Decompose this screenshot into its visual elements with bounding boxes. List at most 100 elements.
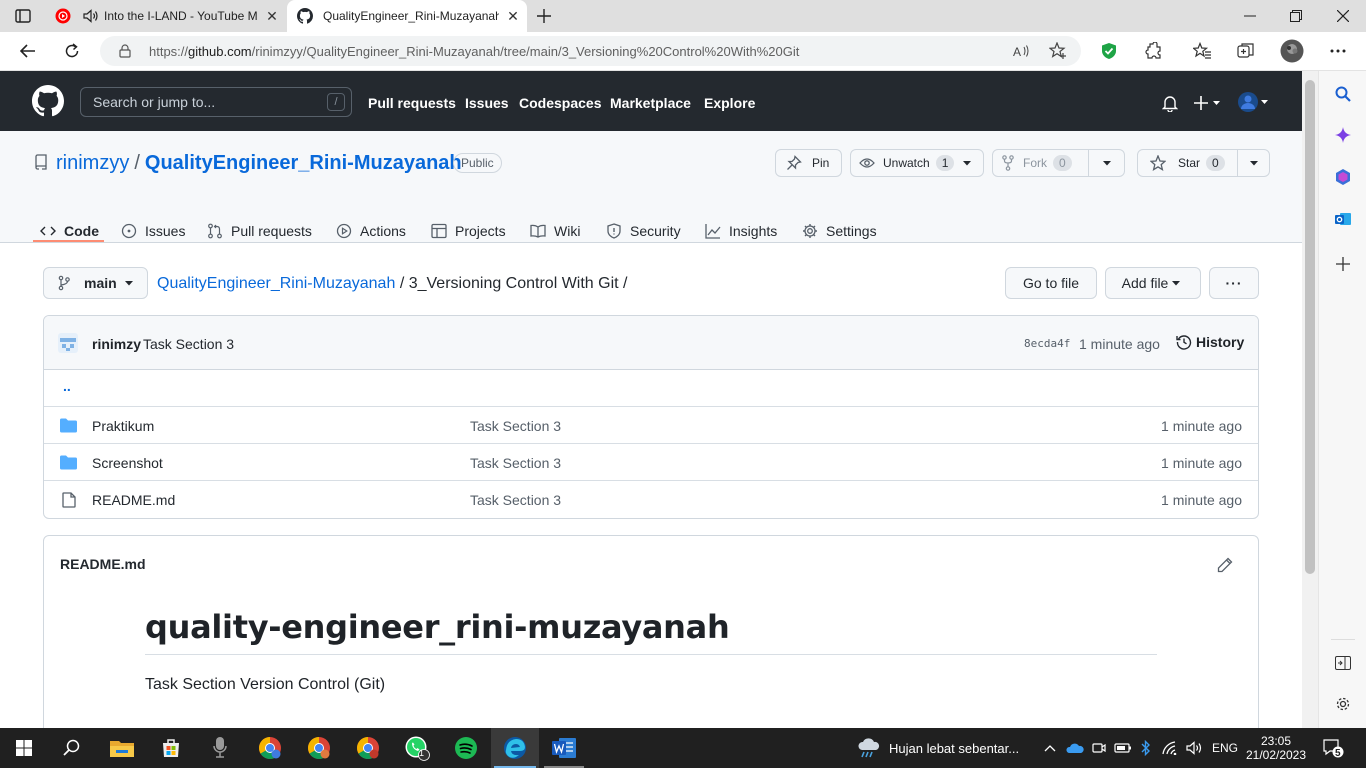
parent-dir-link[interactable]: ..	[63, 378, 71, 394]
user-avatar-menu[interactable]	[1236, 90, 1272, 114]
extensions-icon[interactable]	[1143, 41, 1163, 61]
file-row-screenshot[interactable]: Screenshot Task Section 3 1 minute ago	[44, 444, 1258, 481]
profile-avatar[interactable]	[1280, 39, 1304, 63]
tab-wiki[interactable]: Wiki	[530, 219, 580, 243]
fork-button[interactable]: Fork 0	[992, 149, 1125, 177]
history-link[interactable]: History	[1176, 334, 1244, 350]
tab-actions[interactable]: Actions	[336, 219, 406, 243]
add-favorite-icon[interactable]	[1048, 42, 1068, 60]
file-row-readme[interactable]: README.md Task Section 3 1 minute ago	[44, 481, 1258, 518]
clock[interactable]: 23:05 21/02/2023	[1246, 728, 1306, 768]
volume-icon[interactable]	[1186, 728, 1204, 768]
edit-pencil-icon[interactable]	[1216, 556, 1234, 574]
nav-codespaces[interactable]: Codespaces	[519, 95, 601, 111]
close-tab-icon[interactable]: ✕	[499, 8, 527, 25]
caret-down-icon[interactable]	[1089, 150, 1125, 176]
read-aloud-icon[interactable]: A	[1012, 42, 1032, 60]
close-window-icon[interactable]	[1333, 6, 1353, 26]
edge-icon[interactable]	[491, 728, 539, 768]
star-button[interactable]: Star 0	[1137, 149, 1270, 177]
microsoft-store-icon[interactable]	[147, 728, 195, 768]
weather-widget[interactable]: Hujan lebat sebentar...	[857, 728, 1019, 768]
office-icon[interactable]	[1334, 168, 1352, 186]
onedrive-icon[interactable]	[1066, 728, 1084, 768]
lock-icon[interactable]	[118, 44, 132, 58]
tab-youtube-music[interactable]: Into the I-LAND - YouTube Music ✕	[48, 0, 286, 32]
commit-message[interactable]: Task Section 3	[143, 336, 234, 352]
tab-insights[interactable]: Insights	[705, 219, 777, 243]
add-file-button[interactable]: Add file	[1105, 267, 1201, 299]
scrollbar-thumb[interactable]	[1305, 80, 1315, 574]
show-hidden-icons[interactable]	[1044, 728, 1056, 768]
search-icon[interactable]	[1334, 85, 1352, 103]
nav-pull-requests[interactable]: Pull requests	[368, 95, 456, 111]
file-commit-message[interactable]: Task Section 3	[470, 418, 561, 434]
chrome-profile-icon[interactable]	[344, 728, 392, 768]
repo-owner-link[interactable]: rinimzyy	[56, 152, 129, 175]
file-name[interactable]: Praktikum	[92, 418, 154, 434]
nav-explore[interactable]: Explore	[704, 95, 755, 111]
notifications-bell-icon[interactable]	[1160, 93, 1180, 113]
tab-settings[interactable]: Settings	[802, 219, 877, 243]
tab-pull-requests[interactable]: Pull requests	[207, 219, 312, 243]
tab-github[interactable]: QualityEngineer_Rini-Muzayanah/3_Version…	[287, 0, 527, 32]
committer-avatar[interactable]	[58, 333, 78, 353]
taskbar-search-icon[interactable]	[48, 728, 96, 768]
file-row-praktikum[interactable]: Praktikum Task Section 3 1 minute ago	[44, 407, 1258, 444]
hide-sidebar-icon[interactable]	[1334, 654, 1352, 672]
wifi-icon[interactable]	[1162, 728, 1180, 768]
file-name[interactable]: README.md	[92, 492, 175, 508]
favorites-icon[interactable]	[1192, 41, 1212, 61]
start-button[interactable]	[0, 728, 48, 768]
input-language[interactable]: ENG	[1212, 728, 1238, 768]
create-new-plus-icon[interactable]	[1193, 93, 1223, 113]
chrome-profile-icon[interactable]	[295, 728, 343, 768]
shield-extension-icon[interactable]	[1099, 41, 1119, 61]
tab-security[interactable]: Security	[606, 219, 681, 243]
readme-filename[interactable]: README.md	[60, 556, 146, 572]
close-tab-icon[interactable]: ✕	[258, 8, 286, 25]
unwatch-button[interactable]: Unwatch 1	[850, 149, 984, 177]
breadcrumb-repo-link[interactable]: QualityEngineer_Rini-Muzayanah	[157, 275, 395, 292]
minimize-icon[interactable]	[1240, 6, 1260, 26]
github-logo-icon[interactable]	[32, 85, 64, 117]
settings-gear-icon[interactable]	[1334, 695, 1352, 713]
bluetooth-icon[interactable]	[1141, 728, 1151, 768]
file-commit-message[interactable]: Task Section 3	[470, 455, 561, 471]
back-arrow-icon[interactable]	[18, 41, 38, 61]
battery-icon[interactable]	[1114, 728, 1132, 768]
whatsapp-icon[interactable]: 1	[393, 728, 441, 768]
pin-button[interactable]: Pin	[775, 149, 842, 177]
restore-icon[interactable]	[1286, 6, 1306, 26]
nav-issues[interactable]: Issues	[465, 95, 509, 111]
speaker-icon[interactable]	[78, 9, 104, 23]
add-sidebar-app-icon[interactable]	[1334, 255, 1352, 273]
file-explorer-icon[interactable]	[98, 728, 146, 768]
file-name[interactable]: Screenshot	[92, 455, 163, 471]
tab-actions-icon[interactable]	[14, 8, 32, 24]
github-search-input[interactable]: Search or jump to... /	[80, 87, 352, 117]
tab-issues[interactable]: Issues	[121, 219, 185, 243]
nav-marketplace[interactable]: Marketplace	[610, 95, 691, 111]
collections-icon[interactable]	[1236, 41, 1256, 61]
commit-sha[interactable]: 8ecda4f	[1024, 337, 1070, 350]
commit-author[interactable]: rinimzy	[92, 336, 141, 352]
parent-dir-row[interactable]: ..	[44, 370, 1258, 407]
tab-projects[interactable]: Projects	[431, 219, 506, 243]
notification-center-icon[interactable]: 5	[1322, 728, 1344, 768]
refresh-icon[interactable]	[62, 41, 82, 61]
more-options-button[interactable]: ···	[1209, 267, 1259, 299]
url-bar[interactable]: https://github.com/rinimzyy/QualityEngin…	[100, 36, 1081, 66]
outlook-icon[interactable]	[1334, 210, 1352, 228]
file-commit-message[interactable]: Task Section 3	[470, 492, 561, 508]
new-tab-icon[interactable]	[534, 6, 554, 26]
caret-down-icon[interactable]	[1238, 150, 1270, 176]
go-to-file-button[interactable]: Go to file	[1005, 267, 1097, 299]
repo-name-link[interactable]: QualityEngineer_Rini-Muzayanah	[145, 152, 462, 175]
webcam-icon[interactable]	[1092, 728, 1106, 768]
copilot-sparkle-icon[interactable]	[1334, 126, 1352, 144]
more-menu-icon[interactable]	[1328, 41, 1348, 61]
word-icon[interactable]	[540, 728, 588, 768]
chrome-icon[interactable]	[246, 728, 294, 768]
spotify-icon[interactable]	[442, 728, 490, 768]
